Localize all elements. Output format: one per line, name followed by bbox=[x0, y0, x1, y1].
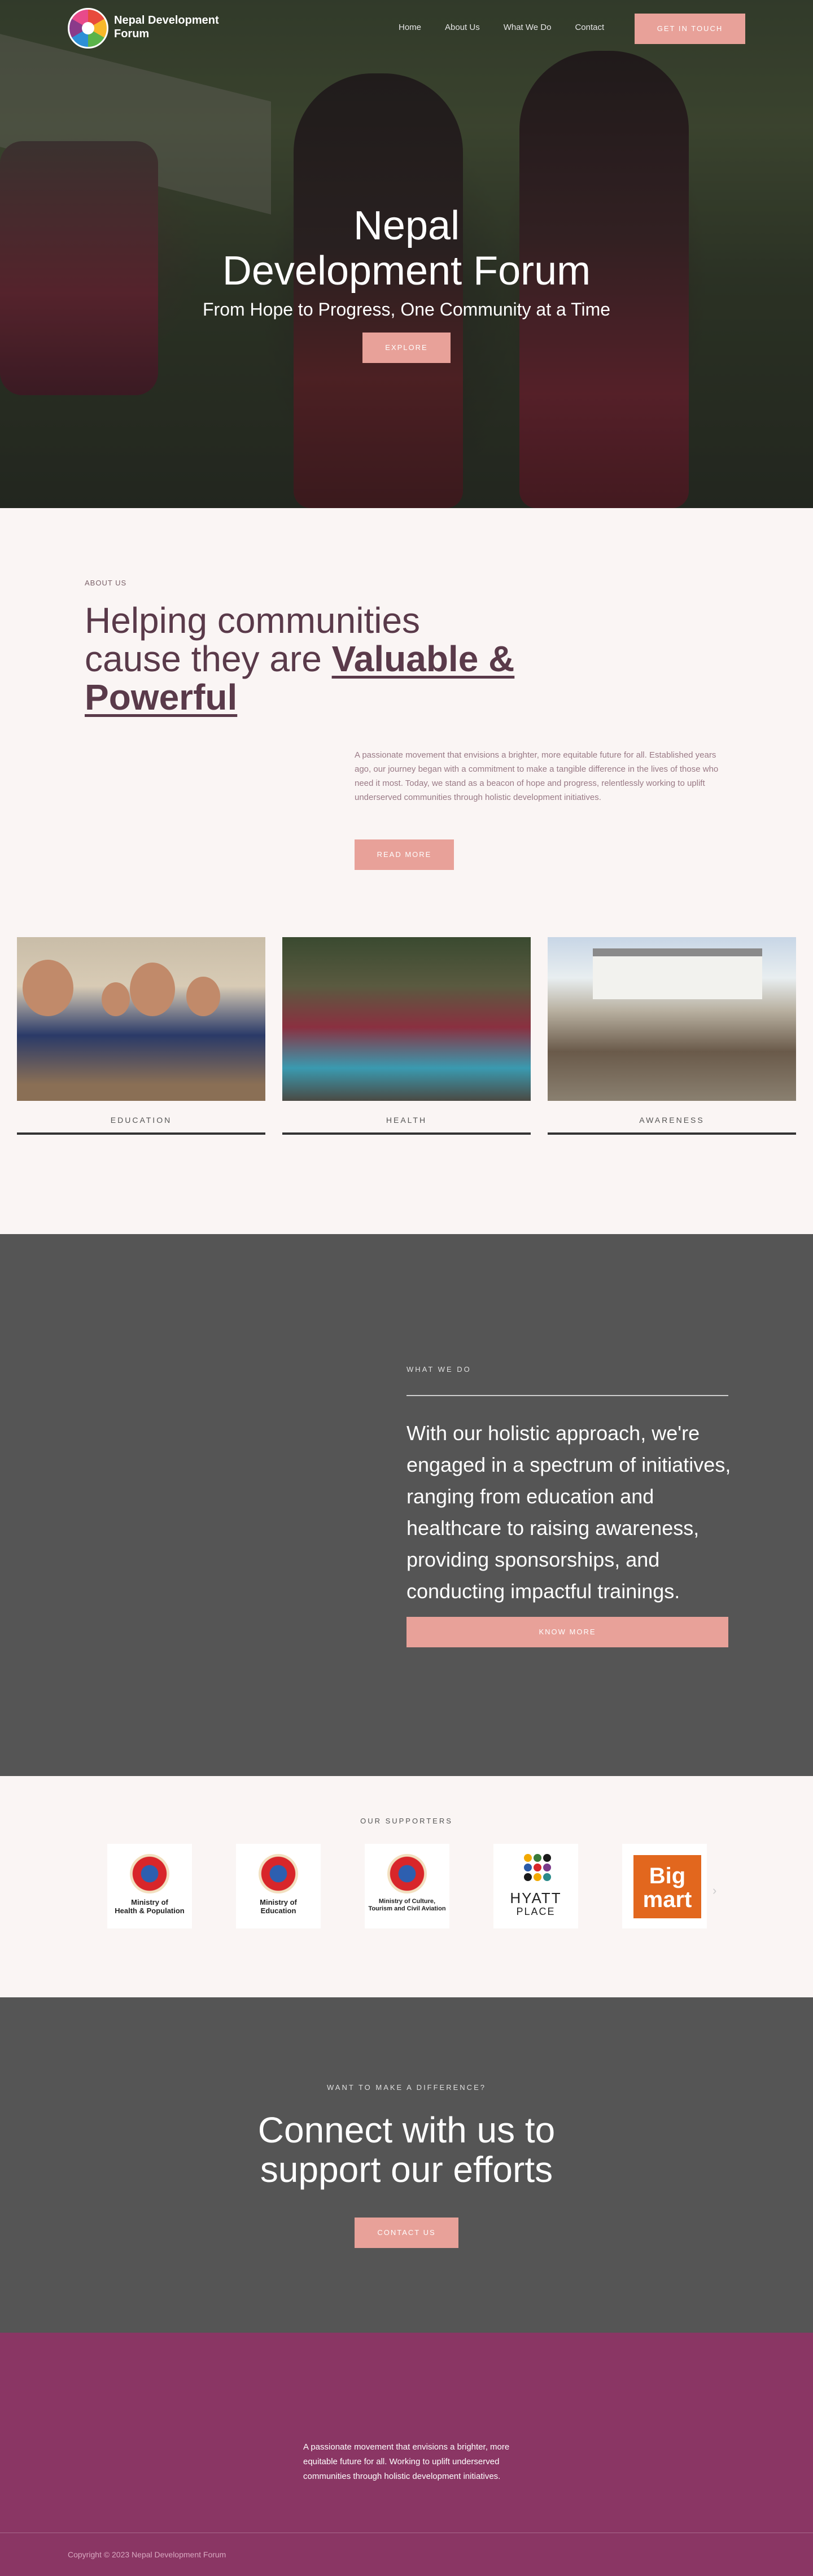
bigmart-logo: Big mart bbox=[633, 1855, 701, 1918]
child-figure bbox=[102, 982, 130, 1016]
brand-name[interactable]: Nepal Development Forum bbox=[114, 14, 238, 41]
logo-line-2: Tourism and Civil Aviation bbox=[368, 1905, 446, 1912]
about-description: A passionate movement that envisions a b… bbox=[355, 750, 719, 802]
child-figure bbox=[130, 963, 175, 1016]
hero-content: Nepal Development Forum From Hope to Pro… bbox=[0, 203, 813, 363]
card-label: AWARENESS bbox=[639, 1116, 705, 1125]
connect-eyebrow: WANT TO MAKE A DIFFERENCE? bbox=[327, 2083, 486, 2092]
card-label: EDUCATION bbox=[110, 1116, 172, 1125]
hyatt-word-1: HYATT bbox=[510, 1890, 562, 1906]
hero-title-line-2: Development Forum bbox=[222, 248, 591, 294]
logo-line-1: Ministry of bbox=[260, 1898, 297, 1906]
card-awareness[interactable]: AWARENESS bbox=[548, 937, 796, 1135]
education-photo bbox=[17, 937, 265, 1101]
house-shape bbox=[593, 948, 762, 999]
what-we-do-eyebrow: WHAT WE DO bbox=[406, 1365, 471, 1374]
chevron-right-icon[interactable]: › bbox=[713, 1883, 716, 1898]
what-we-do-text: With our holistic approach, we're engage… bbox=[406, 1422, 731, 1603]
nav-links: Home About Us What We Do Contact bbox=[399, 23, 628, 32]
footer-description: A passionate movement that envisions a b… bbox=[303, 2442, 510, 2481]
supporter-logo-ministry-health[interactable]: Ministry of Health & Population bbox=[107, 1844, 192, 1928]
brand-logo-icon[interactable] bbox=[68, 8, 108, 49]
contact-us-button[interactable]: CONTACT US bbox=[355, 2218, 458, 2248]
explore-button[interactable]: EXPLORE bbox=[362, 333, 451, 363]
nepal-emblem-icon bbox=[259, 1854, 298, 1893]
card-health[interactable]: HEALTH bbox=[282, 937, 531, 1135]
hero-background-wall bbox=[0, 34, 271, 215]
connect-heading-line-2: support our efforts bbox=[260, 2149, 553, 2190]
supporter-logo-ministry-education[interactable]: Ministry of Education bbox=[236, 1844, 321, 1928]
child-figure bbox=[23, 960, 73, 1016]
nepal-emblem-icon bbox=[387, 1854, 427, 1893]
nav-link-about-us[interactable]: About Us bbox=[445, 23, 480, 32]
about-eyebrow: ABOUT US bbox=[85, 579, 127, 587]
nav-link-contact[interactable]: Contact bbox=[575, 23, 604, 32]
what-we-do-section: WHAT WE DO With our holistic approach, w… bbox=[0, 1234, 813, 1776]
connect-section: WANT TO MAKE A DIFFERENCE? Connect with … bbox=[0, 1997, 813, 2333]
nav-link-home[interactable]: Home bbox=[399, 23, 421, 32]
supporter-logo-ministry-culture[interactable]: Ministry of Culture, Tourism and Civil A… bbox=[365, 1844, 449, 1928]
hyatt-wordmark: HYATT PLACE bbox=[493, 1890, 578, 1917]
hero-title: Nepal Development Forum bbox=[0, 203, 813, 294]
connect-heading-line-1: Connect with us to bbox=[257, 2110, 556, 2150]
about-heading: Helping communities cause they are Valua… bbox=[85, 601, 525, 716]
child-figure bbox=[186, 977, 220, 1016]
hero-title-line-1: Nepal bbox=[353, 203, 460, 248]
awareness-photo bbox=[548, 937, 796, 1101]
read-more-button[interactable]: READ MORE bbox=[355, 839, 454, 870]
supporter-logo-hyatt-place[interactable]: HYATT PLACE bbox=[493, 1844, 578, 1928]
hyatt-dots-icon bbox=[524, 1854, 551, 1881]
nav-link-what-we-do[interactable]: What We Do bbox=[504, 23, 552, 32]
bigmart-word-1: Big bbox=[649, 1864, 686, 1888]
health-photo bbox=[282, 937, 531, 1101]
supporters-eyebrow: OUR SUPPORTERS bbox=[360, 1817, 453, 1825]
divider bbox=[406, 1395, 728, 1396]
nepal-emblem-icon bbox=[130, 1854, 169, 1893]
footer: A passionate movement that envisions a b… bbox=[0, 2333, 813, 2576]
bigmart-word-2: mart bbox=[642, 1887, 692, 1912]
logo-line-1: Ministry of Culture, bbox=[378, 1898, 436, 1905]
card-label: HEALTH bbox=[386, 1116, 427, 1125]
copyright-text: Copyright © 2023 Nepal Development Forum bbox=[68, 2550, 226, 2559]
card-underline bbox=[282, 1132, 531, 1135]
about-section: ABOUT US Helping communities cause they … bbox=[0, 508, 813, 926]
logo-line-1: Ministry of bbox=[131, 1898, 168, 1906]
supporters-section: OUR SUPPORTERS Ministry of Health & Popu… bbox=[0, 1776, 813, 1997]
know-more-button[interactable]: KNOW MORE bbox=[406, 1617, 728, 1647]
card-education[interactable]: EDUCATION bbox=[17, 937, 265, 1135]
focus-cards: EDUCATION HEALTH AWARENESS bbox=[17, 937, 796, 1140]
supporters-carousel: Ministry of Health & Population Ministry… bbox=[107, 1844, 717, 1934]
supporter-logo-bigmart[interactable]: Big mart bbox=[622, 1844, 707, 1928]
get-in-touch-button[interactable]: GET IN TOUCH bbox=[635, 14, 745, 44]
hyatt-word-2: PLACE bbox=[516, 1906, 556, 1917]
card-underline bbox=[548, 1132, 796, 1135]
logo-line-2: Health & Population bbox=[115, 1906, 185, 1915]
card-underline bbox=[17, 1132, 265, 1135]
top-navigation: Nepal Development Forum Home About Us Wh… bbox=[0, 0, 813, 56]
connect-heading: Connect with us to support our efforts bbox=[0, 2110, 813, 2189]
hero-subtitle: From Hope to Progress, One Community at … bbox=[202, 299, 611, 320]
logo-line-2: Education bbox=[260, 1906, 296, 1915]
